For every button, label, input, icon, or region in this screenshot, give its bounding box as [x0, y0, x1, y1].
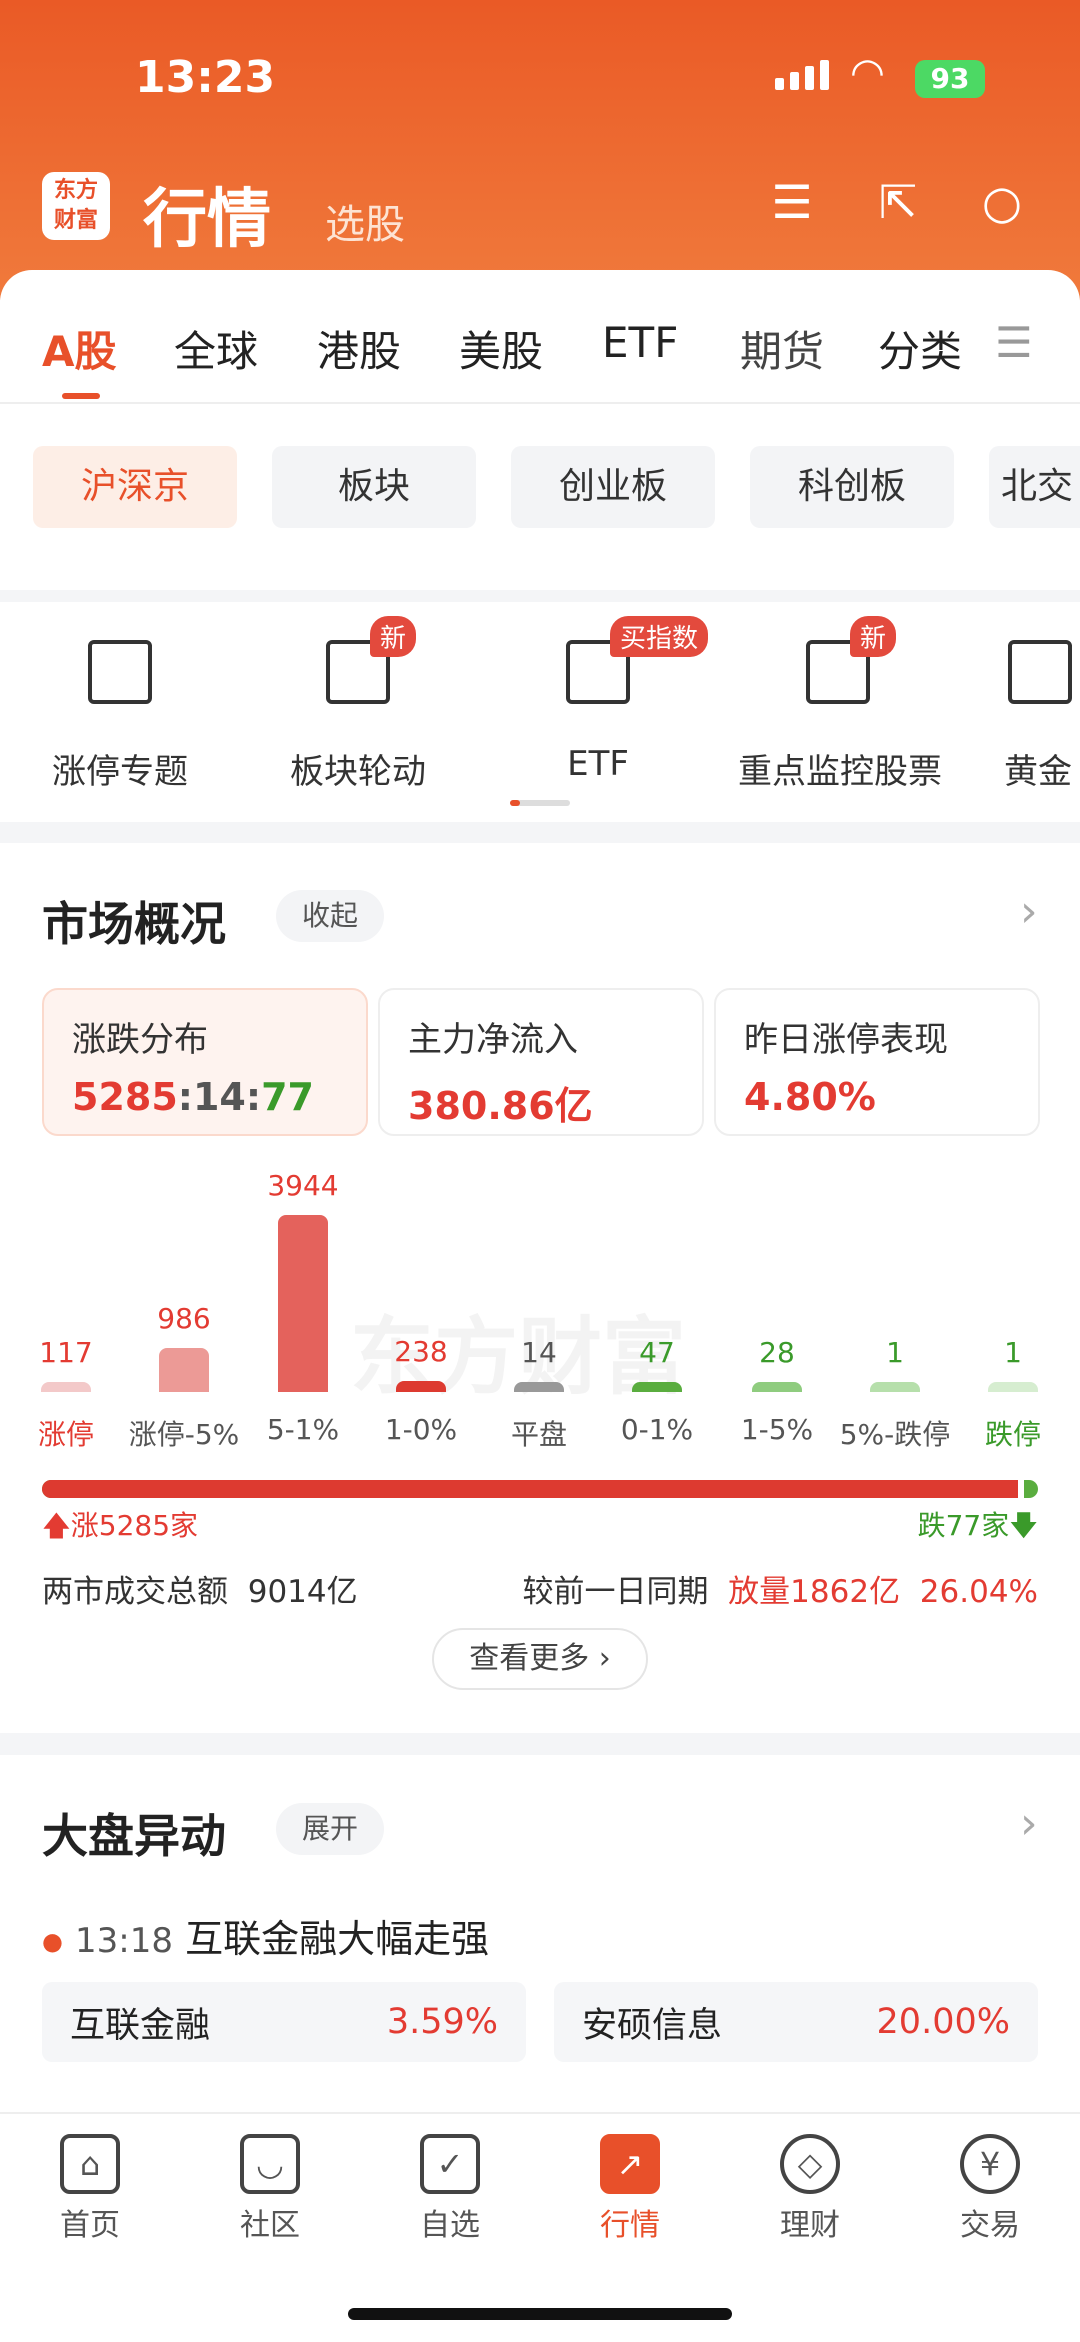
category-label: 5-1%	[266, 1413, 340, 1446]
status-time: 13:23	[135, 52, 276, 103]
gold-icon	[1008, 640, 1072, 704]
new-badge: 新	[850, 616, 897, 657]
nav-watchlist[interactable]: ✓ 自选	[390, 2134, 510, 2244]
down-count: 跌77家🡇	[917, 1509, 1038, 1542]
category-label: 涨停-5%	[128, 1418, 240, 1451]
quick-gold[interactable]: 黄金	[1004, 640, 1080, 793]
new-badge: 新	[370, 616, 417, 657]
tab-category[interactable]: 分类	[878, 318, 962, 379]
tab-us[interactable]: 美股	[459, 318, 543, 379]
chip-star[interactable]: 科创板	[750, 446, 954, 528]
bar-8	[988, 1382, 1038, 1392]
turnover-compare: 较前一日同期 放量1862亿 26.04%	[522, 1574, 1038, 1610]
monitor-icon: 新	[806, 616, 897, 704]
chip-bse[interactable]: 北交	[989, 446, 1080, 528]
chip-sector[interactable]: 板块	[272, 446, 476, 528]
app-logo: 东方 财富	[42, 172, 110, 240]
bar-value-label: 47	[639, 1336, 675, 1369]
collapse-button[interactable]: 收起	[276, 890, 385, 942]
market-overview-title: 市场概况	[42, 897, 226, 951]
stock-card[interactable]: 安硕信息 20.00%	[554, 1982, 1038, 2062]
news-item[interactable]: ● 13:18 互联金融大幅走强	[42, 1908, 489, 1963]
watchlist-icon: ✓	[420, 2134, 480, 2194]
divider	[0, 402, 1080, 404]
category-label: 跌停	[984, 1418, 1041, 1451]
chat-icon: ◡	[240, 2134, 300, 2194]
chip-gem[interactable]: 创业板	[511, 446, 715, 528]
market-movers-title: 大盘异动	[42, 1809, 226, 1863]
tab-futures[interactable]: 期货	[740, 318, 824, 379]
category-label: 平盘	[510, 1418, 567, 1451]
etf-icon: 买指数	[566, 616, 709, 704]
bar-value-label: 1	[1004, 1336, 1022, 1369]
stock-card[interactable]: 互联金融 3.59%	[42, 1982, 526, 2062]
quick-limit-up[interactable]: 涨停专题	[20, 640, 220, 793]
page-title: 行情	[143, 183, 271, 257]
tab-global[interactable]: 全球	[174, 318, 258, 379]
quick-monitor[interactable]: 新重点监控股票	[738, 616, 942, 793]
home-icon: ⌂	[60, 2134, 120, 2194]
up-ratio-fill	[42, 1480, 1024, 1498]
chevron-right-icon[interactable]: ›	[1020, 886, 1038, 937]
bar-value-label: 117	[39, 1336, 93, 1369]
bar-value-label: 28	[759, 1336, 795, 1369]
home-indicator	[348, 2308, 732, 2320]
menu-icon[interactable]: ☰	[995, 318, 1033, 367]
bar-7	[870, 1382, 920, 1392]
nav-community[interactable]: ◡ 社区	[210, 2134, 330, 2244]
share-icon[interactable]: ⇱	[868, 172, 928, 232]
up-count: 🡅涨5285家	[42, 1509, 199, 1542]
bar-value-label: 1	[886, 1336, 904, 1369]
bar-0	[41, 1382, 91, 1392]
tab-a-shares[interactable]: A股	[42, 318, 117, 379]
tab-hk[interactable]: 港股	[317, 318, 401, 379]
index-badge: 买指数	[610, 616, 709, 657]
yuan-icon: ¥	[960, 2134, 1020, 2194]
stock-picker-link[interactable]: 选股	[325, 192, 405, 250]
limit-up-icon	[88, 640, 152, 704]
category-label: 1-0%	[384, 1413, 458, 1446]
quick-sector-rotation[interactable]: 新板块轮动	[258, 616, 458, 793]
bar-3	[396, 1381, 446, 1392]
category-label: 0-1%	[620, 1413, 694, 1446]
nav-home[interactable]: ⌂ 首页	[30, 2134, 150, 2244]
category-label: 涨停	[37, 1418, 94, 1451]
card-yesterday-limit[interactable]: 昨日涨停表现 4.80%	[714, 988, 1040, 1136]
wifi-icon: ◠	[850, 50, 885, 96]
chip-hushenjing[interactable]: 沪深京	[33, 446, 237, 528]
bar-5	[632, 1382, 682, 1392]
bar-2	[278, 1215, 328, 1392]
nav-market[interactable]: ↗ 行情	[570, 2134, 690, 2244]
total-turnover: 两市成交总额 9014亿	[42, 1574, 358, 1610]
active-tab-indicator	[62, 393, 100, 399]
market-icon: ↗	[600, 2134, 660, 2194]
bar-value-label: 3944	[267, 1169, 339, 1202]
expand-button[interactable]: 展开	[276, 1803, 385, 1855]
bar-1	[159, 1347, 209, 1392]
chevron-right-icon[interactable]: ›	[1020, 1798, 1038, 1849]
page-indicator	[510, 800, 570, 806]
card-distribution[interactable]: 涨跌分布 5285:14:77	[42, 988, 368, 1136]
bar-value-label: 986	[157, 1301, 211, 1335]
signal-icon	[775, 60, 829, 90]
wealth-icon: ◇	[780, 2134, 840, 2194]
category-label: 5%-跌停	[839, 1418, 951, 1451]
bar-6	[752, 1382, 802, 1392]
settings-list-icon[interactable]: ☰	[762, 172, 822, 232]
tab-etf[interactable]: ETF	[602, 318, 678, 367]
up-down-ratio-bar	[42, 1480, 1038, 1498]
quick-etf[interactable]: 买指数 ETF	[498, 616, 709, 784]
nav-wealth[interactable]: ◇ 理财	[750, 2134, 870, 2244]
bar-value-label: 238	[394, 1335, 448, 1369]
bar-value-label: 14	[521, 1336, 557, 1369]
bar-4	[514, 1382, 564, 1392]
see-more-button[interactable]: 查看更多 ›	[432, 1628, 648, 1690]
card-main-inflow[interactable]: 主力净流入 380.86亿	[378, 988, 704, 1136]
nav-trade[interactable]: ¥ 交易	[930, 2134, 1050, 2244]
battery-icon: 93	[915, 60, 985, 98]
search-icon[interactable]: ○	[972, 172, 1032, 232]
rotation-icon: 新	[326, 616, 417, 704]
category-label: 1-5%	[740, 1413, 814, 1446]
